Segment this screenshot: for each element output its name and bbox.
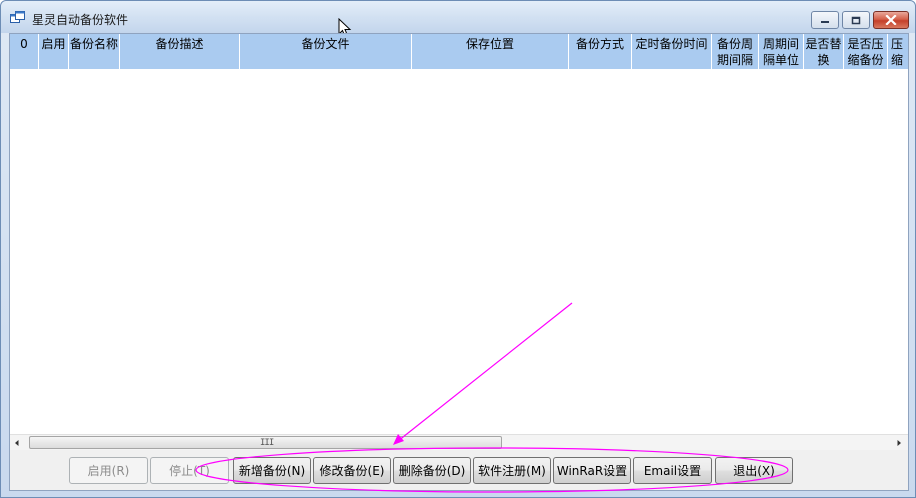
column-header-enabled[interactable]: 启用	[39, 34, 69, 69]
column-header-scheduled-time[interactable]: 定时备份时间	[632, 34, 712, 69]
exit-button[interactable]: 退出(X)	[715, 457, 793, 484]
grid-body[interactable]	[10, 69, 908, 434]
edit-backup-button[interactable]: 修改备份(E)	[313, 457, 391, 484]
column-header-backup-mode[interactable]: 备份方式	[569, 34, 632, 69]
column-header-save-location[interactable]: 保存位置	[412, 34, 569, 69]
scrollbar-thumb[interactable]: III	[29, 436, 502, 449]
column-header-index[interactable]: 0	[10, 34, 39, 69]
delete-backup-button[interactable]: 删除备份(D)	[393, 457, 471, 484]
minimize-button[interactable]	[811, 11, 839, 29]
scroll-left-arrow-icon[interactable]	[12, 438, 22, 448]
email-settings-button[interactable]: Email设置	[633, 457, 712, 484]
minimize-icon	[821, 21, 829, 23]
column-header-cycle-interval[interactable]: 备份周 期间隔	[712, 34, 759, 69]
horizontal-scrollbar[interactable]: III	[10, 434, 908, 450]
column-header-description[interactable]: 备份描述	[120, 34, 240, 69]
scrollbar-grip: III	[260, 438, 274, 448]
winrar-settings-button[interactable]: WinRaR设置	[553, 457, 631, 484]
add-backup-button[interactable]: 新增备份(N)	[233, 457, 311, 484]
close-button[interactable]	[873, 11, 909, 29]
window-title: 星灵自动备份软件	[32, 13, 129, 27]
register-button[interactable]: 软件注册(M)	[473, 457, 551, 484]
column-header-compress[interactable]: 是否压 缩备份	[844, 34, 888, 69]
app-window: 星灵自动备份软件 0 启用 备份名称 备份描述 备份文件 保存位置 备份方式 定…	[0, 0, 916, 498]
scroll-right-arrow-icon[interactable]	[894, 438, 904, 448]
title-bar[interactable]: 星灵自动备份软件	[1, 1, 915, 33]
grid-header: 0 启用 备份名称 备份描述 备份文件 保存位置 备份方式 定时备份时间 备份周…	[10, 34, 908, 69]
column-header-interval-unit[interactable]: 周期间 隔单位	[759, 34, 804, 69]
maximize-button[interactable]	[842, 11, 870, 29]
app-window-icon	[10, 11, 25, 23]
client-area: 0 启用 备份名称 备份描述 备份文件 保存位置 备份方式 定时备份时间 备份周…	[9, 33, 909, 491]
close-icon	[885, 15, 897, 25]
maximize-icon	[851, 16, 861, 24]
enable-button[interactable]: 启用(R)	[69, 457, 148, 484]
stop-button[interactable]: 停止(T)	[150, 457, 229, 484]
backup-grid[interactable]: 0 启用 备份名称 备份描述 备份文件 保存位置 备份方式 定时备份时间 备份周…	[10, 34, 908, 450]
column-header-replace[interactable]: 是否替 换	[804, 34, 844, 69]
column-header-compress-extra[interactable]: 压缩	[888, 34, 908, 69]
column-header-backup-file[interactable]: 备份文件	[240, 34, 412, 69]
column-header-name[interactable]: 备份名称	[69, 34, 120, 69]
